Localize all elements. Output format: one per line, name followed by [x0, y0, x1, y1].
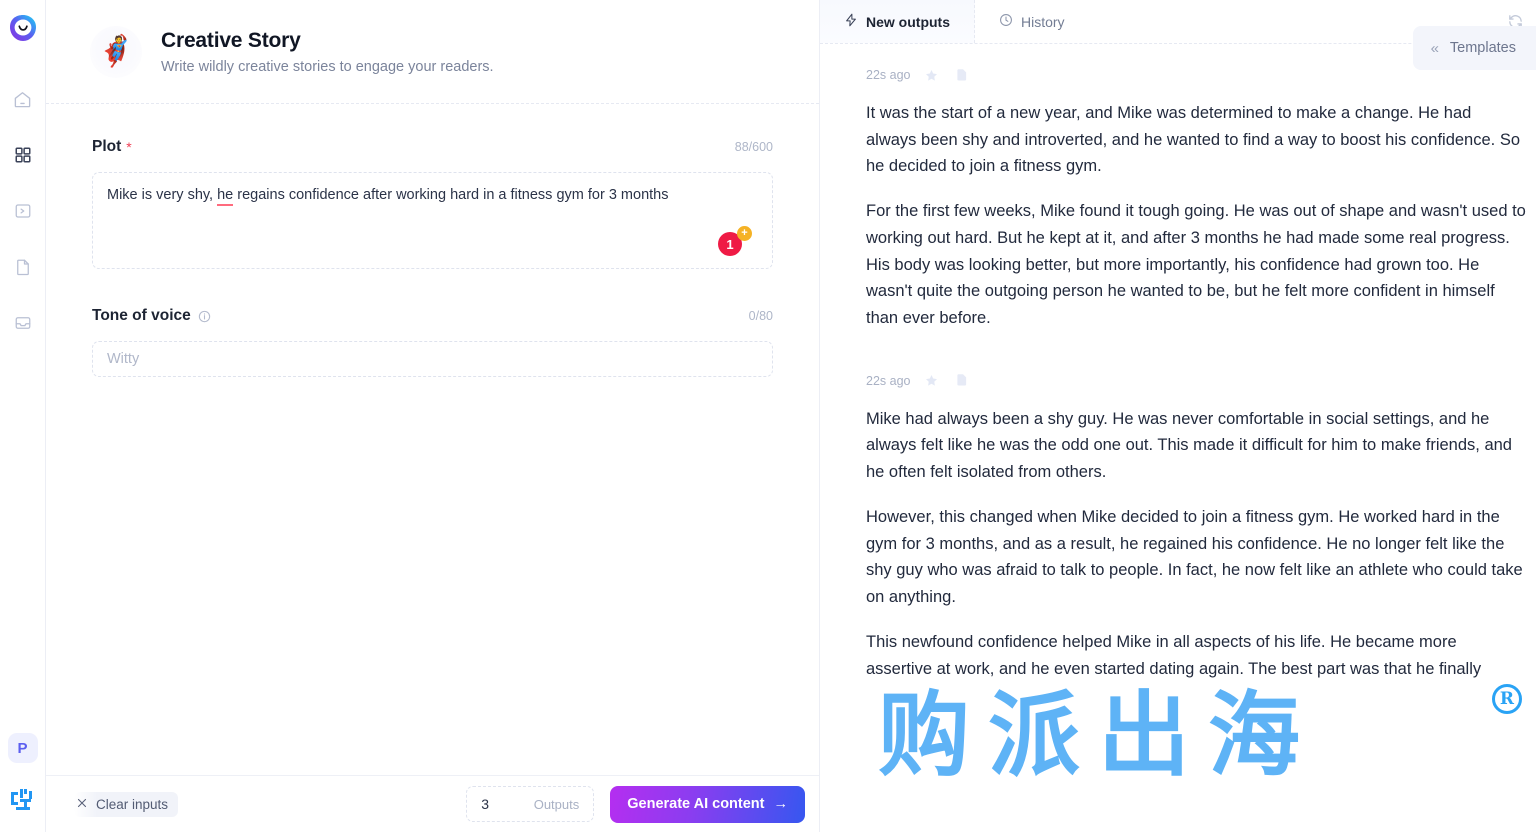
- output-pane: New outputs History 22s ago It was the s…: [820, 0, 1536, 832]
- arrow-right-icon: →: [773, 796, 789, 812]
- outputs-count-value: 3: [481, 796, 490, 812]
- outputs-count-label: Outputs: [533, 796, 580, 812]
- templates-button-label: Templates: [1449, 40, 1516, 56]
- outputs-list[interactable]: 22s ago It was the start of a new year, …: [820, 44, 1536, 832]
- output-timestamp: 22s ago: [866, 68, 911, 82]
- template-emoji-icon: 🦸: [90, 25, 142, 78]
- app-root: P 🦸 Creative Story Write wildly creative…: [0, 0, 1536, 832]
- field-plot-label: Plot: [92, 138, 122, 155]
- sidebar-item-apps[interactable]: [6, 138, 40, 172]
- clear-inputs-button[interactable]: Clear inputs: [74, 791, 179, 817]
- output-paragraph: Mike had always been a shy guy. He was n…: [866, 409, 1512, 482]
- copy-icon[interactable]: [953, 373, 968, 388]
- outputs-stepper[interactable]: 3 Outputs: [466, 786, 595, 822]
- output-paragraph: For the first few weeks, Mike found it t…: [866, 202, 1526, 328]
- sidebar-item-console[interactable]: [6, 194, 40, 228]
- template-header-text: Creative Story Write wildly creative sto…: [161, 29, 494, 75]
- plot-text-before: Mike is very shy,: [107, 187, 218, 203]
- tab-history[interactable]: History: [975, 0, 1089, 43]
- generate-button-label: Generate AI content: [627, 796, 765, 812]
- add-plus-icon[interactable]: +: [737, 226, 752, 241]
- field-plot: Plot * 88/600 Mike is very shy, he regai…: [92, 134, 773, 269]
- output-paragraph: However, this changed when Mike decided …: [866, 507, 1523, 607]
- chevron-double-left-icon: «: [1430, 39, 1439, 57]
- sidebar-item-documents[interactable]: [6, 250, 40, 284]
- sidebar-item-home[interactable]: [6, 82, 40, 116]
- info-icon[interactable]: [198, 310, 211, 323]
- avatar[interactable]: P: [7, 733, 38, 763]
- output-paragraph: It was the start of a new year, and Mike…: [866, 104, 1520, 176]
- output-result-item: 22s ago It was the start of a new year, …: [820, 64, 1536, 350]
- favorite-star-icon[interactable]: [924, 373, 939, 388]
- output-paragraph: This newfound confidence helped Mike in …: [866, 632, 1482, 678]
- copy-icon[interactable]: [953, 68, 968, 83]
- sidebar-item-inbox[interactable]: [6, 306, 40, 340]
- field-tone-counter: 0/80: [748, 309, 773, 323]
- field-plot-header: Plot * 88/600: [92, 134, 773, 160]
- output-meta: 22s ago: [866, 370, 1526, 392]
- clock-icon: [999, 13, 1013, 30]
- template-header: 🦸 Creative Story Write wildly creative s…: [46, 0, 819, 104]
- field-tone-header: Tone of voice 0/80: [92, 303, 773, 329]
- output-timestamp: 22s ago: [866, 373, 911, 388]
- favorite-star-icon[interactable]: [924, 68, 939, 83]
- field-tone: Tone of voice 0/80 Witty: [92, 303, 773, 377]
- editor-pane: 🦸 Creative Story Write wildly creative s…: [46, 0, 820, 832]
- generate-ai-content-button[interactable]: Generate AI content →: [610, 785, 805, 823]
- plot-textarea[interactable]: Mike is very shy, he regains confidence …: [92, 172, 773, 269]
- input-form: Plot * 88/600 Mike is very shy, he regai…: [46, 104, 819, 775]
- tab-history-label: History: [1021, 13, 1065, 30]
- clear-inputs-label: Clear inputs: [96, 796, 169, 812]
- tab-new-outputs-label: New outputs: [866, 13, 950, 30]
- field-tone-label: Tone of voice: [92, 307, 191, 324]
- output-result-item: 22s ago Mike had always been a shy guy. …: [820, 370, 1536, 700]
- plot-text-after: regains confidence after working hard in…: [233, 187, 669, 203]
- plot-text-misspelled: he: [217, 187, 234, 206]
- tone-input-placeholder: Witty: [107, 351, 140, 367]
- action-bar: Clear inputs 3 Outputs Generate AI conte…: [46, 775, 819, 832]
- brand-logo-icon[interactable]: [3, 8, 43, 48]
- field-spacer: [92, 275, 773, 303]
- templates-button[interactable]: « Templates: [1412, 26, 1536, 70]
- tab-new-outputs[interactable]: New outputs: [820, 0, 975, 43]
- field-plot-counter: 88/600: [734, 140, 773, 154]
- plot-textarea-value: Mike is very shy, he regains confidence …: [93, 173, 772, 218]
- lightning-icon: [844, 13, 858, 30]
- required-asterisk: *: [126, 139, 132, 155]
- rail-watermark-mark: [10, 787, 36, 818]
- left-rail: P: [0, 0, 46, 832]
- tone-input[interactable]: Witty: [92, 341, 773, 377]
- close-x-icon: [76, 797, 88, 812]
- page-subtitle: Write wildly creative stories to engage …: [161, 58, 494, 75]
- plot-suggestion-badge[interactable]: 1 +: [718, 226, 752, 256]
- page-title: Creative Story: [161, 28, 301, 52]
- action-bar-right: 3 Outputs Generate AI content →: [466, 785, 819, 823]
- output-divider-space: [820, 350, 1536, 370]
